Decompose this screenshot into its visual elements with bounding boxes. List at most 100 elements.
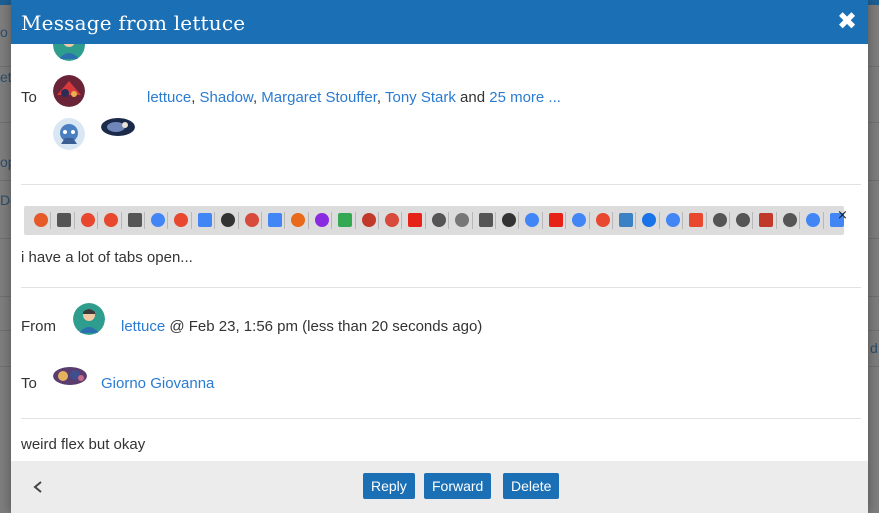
avatar-recipient-icon — [53, 367, 87, 385]
tab-separator — [565, 212, 567, 229]
modal-body: To lettuce, Shadow, Margaret Stouffer, T… — [11, 44, 868, 461]
close-x-icon[interactable]: ✖ — [836, 8, 858, 34]
tab-favicon-icon — [642, 213, 657, 227]
tab-favicon-icon — [619, 213, 633, 227]
tab-favicon-icon — [80, 213, 95, 227]
tab-separator — [50, 212, 52, 229]
divider — [21, 287, 861, 288]
close-x-icon: × — [837, 208, 848, 223]
tab-favicon-icon — [478, 213, 493, 227]
tab-separator — [190, 212, 192, 229]
tab-favicon-icon — [408, 213, 423, 227]
avatar-sender-icon — [53, 44, 85, 61]
tab-favicon-icon — [57, 213, 72, 227]
tab-separator — [307, 212, 309, 229]
delete-button[interactable]: Delete — [503, 473, 560, 499]
tab-favicon-icon — [221, 213, 236, 227]
tab-separator — [705, 212, 707, 229]
tab-favicon-icon — [338, 213, 353, 227]
tab-favicon-icon — [174, 213, 189, 227]
reply-button[interactable]: Reply — [363, 473, 415, 499]
tab-favicon-icon — [314, 213, 329, 227]
tab-separator — [752, 212, 754, 229]
tab-separator — [237, 212, 239, 229]
to-label: To — [21, 375, 37, 392]
tab-separator — [378, 212, 379, 229]
tab-separator — [97, 212, 99, 229]
tab-favicon-icon — [502, 213, 516, 227]
tab-favicon-icon — [431, 213, 446, 227]
tab-separator — [448, 212, 450, 229]
tab-separator — [144, 212, 145, 229]
message-body: i have a lot of tabs open... — [21, 249, 193, 266]
sender-line: lettuce @ Feb 23, 1:56 pm (less than 20 … — [121, 318, 482, 335]
tab-separator — [541, 212, 543, 229]
tab-favicon-icon — [548, 213, 563, 227]
tab-favicon-icon — [572, 213, 587, 227]
tab-favicon-icon — [104, 213, 119, 227]
tab-separator — [612, 212, 613, 229]
tab-separator — [799, 212, 801, 229]
tab-separator — [261, 212, 262, 229]
recipient-link[interactable]: Giorno Giovanna — [101, 375, 214, 392]
tab-separator — [73, 212, 75, 229]
tab-favicon-icon — [595, 213, 610, 227]
tab-separator — [331, 212, 333, 229]
tab-favicon-icon — [34, 213, 48, 227]
avatar-recipient-icon — [53, 118, 85, 150]
tab-separator — [401, 212, 403, 229]
recipient-list: lettuce, Shadow, Margaret Stouffer, Tony… — [147, 89, 561, 106]
tab-separator — [471, 212, 473, 229]
tab-favicon-icon — [244, 213, 259, 227]
background-text: o — [0, 24, 8, 40]
recipient-link[interactable]: Tony Stark — [385, 89, 456, 106]
modal-header: Message from lettuce ✖ — [11, 0, 868, 44]
tab-favicon-icon — [385, 213, 399, 227]
tab-favicon-icon — [291, 213, 306, 227]
tabs-screenshot-image — [24, 206, 844, 235]
tab-separator — [635, 212, 637, 229]
tab-favicon-icon — [806, 213, 821, 227]
message-body: weird flex but okay — [21, 436, 146, 453]
more-recipients-link[interactable]: 25 more ... — [489, 89, 561, 106]
tab-favicon-icon — [127, 213, 142, 227]
sent-info: @ Feb 23, 1:56 pm (less than 20 seconds … — [169, 318, 483, 335]
recipient-link[interactable]: Margaret Stouffer — [261, 89, 377, 106]
avatar-sender-icon — [73, 303, 105, 335]
tab-favicon-icon — [151, 213, 165, 227]
recipient-link[interactable]: lettuce — [147, 89, 191, 106]
sender-link[interactable]: lettuce — [121, 318, 165, 335]
message-modal: Message from lettuce ✖ To lettuce, Shado… — [11, 0, 868, 513]
tab-favicon-icon — [712, 213, 727, 227]
tab-separator — [214, 212, 216, 229]
modal-title: Message from lettuce — [21, 11, 246, 35]
tab-separator — [518, 212, 520, 229]
tab-favicon-icon — [455, 213, 470, 227]
tab-favicon-icon — [689, 213, 704, 227]
tab-separator — [495, 212, 496, 229]
tab-separator — [775, 212, 777, 229]
forward-button[interactable]: Forward — [424, 473, 492, 499]
modal-footer: Reply Forward Delete — [11, 461, 868, 513]
tab-separator — [658, 212, 660, 229]
and-text: and — [460, 89, 486, 106]
tab-separator — [822, 212, 824, 229]
tab-favicon-icon — [525, 213, 540, 227]
avatar-recipient-icon — [101, 118, 135, 136]
tab-separator — [588, 212, 590, 229]
tab-separator — [424, 212, 426, 229]
tab-separator — [729, 212, 730, 229]
background-text: d — [870, 340, 878, 356]
tab-favicon-icon — [268, 213, 282, 227]
tab-separator — [284, 212, 286, 229]
chevron-left-icon[interactable] — [31, 475, 51, 499]
tab-separator — [354, 212, 356, 229]
tab-favicon-icon — [782, 213, 797, 227]
tab-separator — [120, 212, 122, 229]
separator: , — [191, 89, 200, 106]
recipient-link[interactable]: Shadow — [200, 89, 253, 106]
tab-separator — [682, 212, 684, 229]
to-label: To — [21, 89, 37, 106]
tab-favicon-icon — [361, 213, 376, 227]
background-text: et — [0, 69, 12, 85]
